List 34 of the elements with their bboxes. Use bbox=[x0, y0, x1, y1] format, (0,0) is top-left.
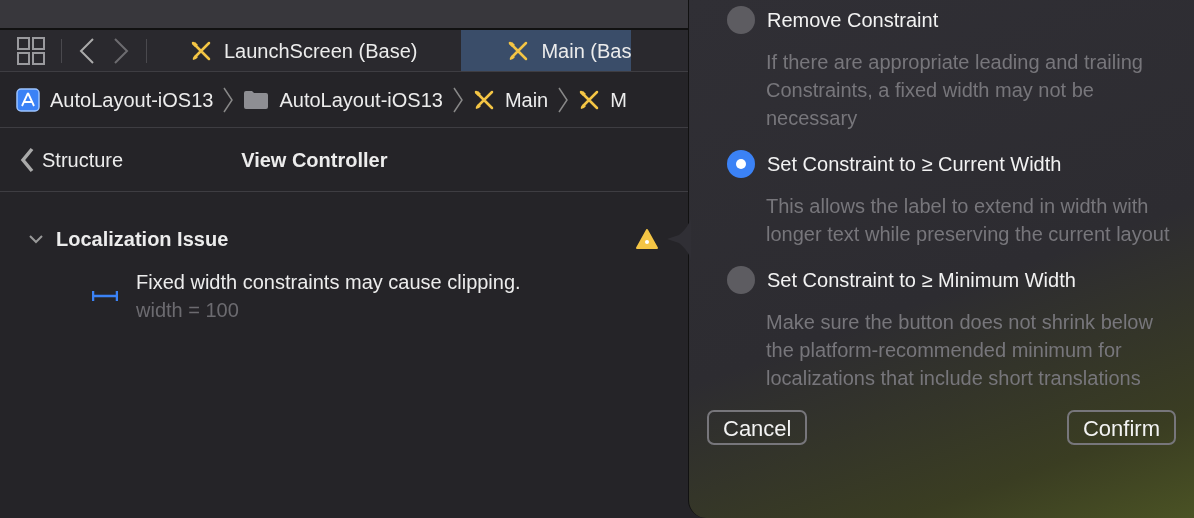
issue-title: Localization Issue bbox=[56, 227, 229, 252]
chevron-icon bbox=[223, 86, 234, 113]
radio-option[interactable]: Remove Constraint bbox=[727, 4, 1194, 36]
hammer-brush-icon bbox=[472, 88, 495, 111]
dialog-button[interactable]: Confirm bbox=[1067, 410, 1176, 445]
constraint-detail: width = 100 bbox=[136, 298, 240, 323]
back-link[interactable]: Structure bbox=[20, 144, 124, 175]
radio-option[interactable]: Set Constraint to ≥ Current Width bbox=[727, 148, 1194, 180]
folder-icon bbox=[243, 89, 270, 110]
editor-tab[interactable]: LaunchScreen (Base) bbox=[190, 30, 462, 71]
hammer-brush-icon bbox=[190, 39, 212, 62]
chevron-icon bbox=[452, 86, 463, 113]
hammer-brush-icon bbox=[578, 88, 601, 111]
dialog-button[interactable]: Cancel bbox=[707, 410, 808, 445]
grid-icon[interactable] bbox=[17, 36, 45, 65]
back-icon[interactable] bbox=[78, 36, 96, 65]
hammer-brush-icon bbox=[507, 39, 530, 62]
breadcrumb-item[interactable]: M bbox=[610, 84, 627, 115]
app-icon bbox=[16, 87, 40, 112]
warning-icon bbox=[636, 229, 658, 249]
chevron-icon bbox=[558, 86, 569, 113]
breadcrumb-item[interactable]: Main bbox=[504, 84, 549, 115]
radio-option[interactable]: Set Constraint to ≥ Minimum Width bbox=[727, 264, 1194, 296]
breadcrumb-item[interactable]: AutoLayout-iOS13 bbox=[279, 84, 443, 115]
forward-icon[interactable] bbox=[112, 36, 130, 65]
option-description: Make sure the button does not shrink below the platform-recommended minimum for localizations that include short translations bbox=[766, 310, 1154, 391]
width-constraint-icon bbox=[92, 290, 118, 302]
issue-message: Fixed width constraints may cause clipping. bbox=[136, 270, 521, 295]
option-description: If there are appropriate leading and trailing Constraints, a fixed width may not be necessary bbox=[766, 50, 1144, 131]
option-description: This allows the label to extend in width with longer text while preserving the current layout bbox=[766, 194, 1171, 247]
chevron-left-icon bbox=[20, 146, 34, 173]
editor-tab[interactable]: Main (Bas bbox=[461, 30, 632, 71]
panel-title: View Controller bbox=[241, 147, 388, 173]
breadcrumb-item[interactable]: AutoLayout-iOS13 bbox=[50, 84, 214, 115]
